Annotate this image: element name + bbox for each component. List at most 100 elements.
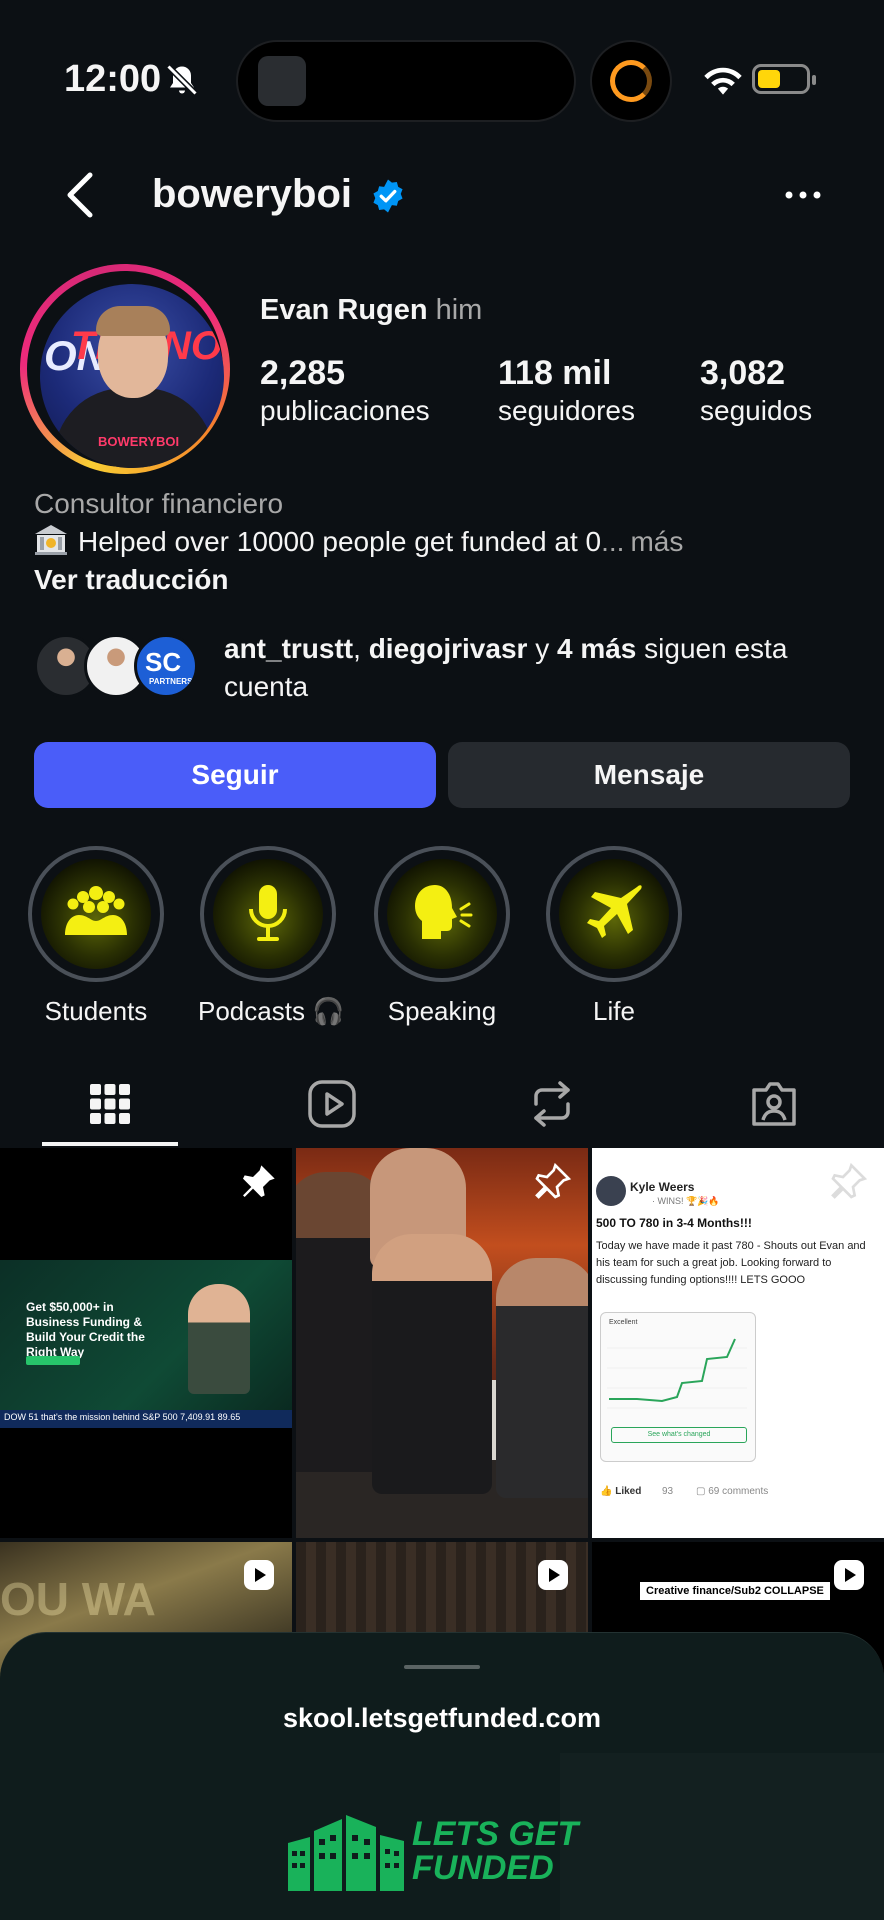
now-playing-thumbnail — [258, 56, 306, 106]
mutual-followers[interactable]: SC PARTNERS ant_trustt, diegojrivasr y 4… — [34, 630, 854, 710]
reposts-icon[interactable] — [522, 1074, 582, 1134]
profile-username: boweryboi — [152, 172, 353, 216]
mutual-followers-text: ant_trustt, diegojrivasr y 4 más siguen … — [224, 630, 864, 706]
credit-score-card: Excellent See what's changed — [600, 1312, 756, 1462]
bio-ellipsis: ... — [601, 526, 625, 557]
logo-line-2: FUNDED — [412, 1849, 554, 1887]
stat-value: 118 mil — [498, 354, 612, 392]
highlight-label: Life — [593, 996, 635, 1026]
profile-full-name: Evan Rugen him — [260, 294, 482, 327]
full-name-text: Evan Rugen — [260, 294, 428, 326]
mutual-avatar-badge-sub: PARTNERS — [149, 677, 193, 686]
comments-label: 69 comments — [708, 1486, 769, 1497]
post-overlay-text: OU WA — [0, 1573, 156, 1625]
sheet-drag-handle[interactable] — [404, 1665, 480, 1669]
tagged-icon[interactable] — [744, 1074, 804, 1134]
mutual-more-count: 4 más — [556, 633, 637, 664]
bell-off-icon — [166, 64, 198, 96]
mutual-avatar: SC PARTNERS — [134, 634, 198, 698]
story-ring[interactable]: ON THE NO BOWERYBOI — [20, 264, 230, 474]
status-time: 12:00 — [64, 58, 162, 100]
pin-icon — [243, 1165, 275, 1197]
wifi-icon — [704, 67, 742, 95]
mutual-separator: , — [353, 633, 361, 664]
bio-text: Helped over 10000 people get funded at 0 — [78, 526, 602, 557]
reel-indicator-icon — [244, 1560, 274, 1590]
see-whats-changed-button: See what's changed — [611, 1427, 747, 1443]
highlight-students[interactable]: Students — [26, 846, 166, 1027]
logo-line-1: LETS GET — [412, 1815, 579, 1853]
profile-tabs — [0, 1060, 884, 1146]
mutual-connector: y — [535, 633, 550, 664]
post-tile[interactable]: Get $50,000+ in Business Funding & Build… — [0, 1148, 292, 1538]
speaking-head-icon — [415, 885, 473, 939]
buildings-logo-icon — [288, 1815, 404, 1891]
mutual-avatar-badge-text: SC — [145, 647, 182, 677]
avatar-hoodie-brand: BOWERYBOI — [98, 434, 180, 449]
battery-icon — [752, 64, 816, 94]
bio-more-link[interactable]: más — [630, 526, 683, 557]
highlight-label: Podcasts 🎧 — [198, 996, 345, 1026]
card-label: Excellent — [609, 1319, 638, 1326]
post-website-screenshot: Get $50,000+ in Business Funding & Build… — [0, 1260, 292, 1420]
highlight-label: Students — [44, 996, 148, 1026]
post-title: 500 TO 780 in 3-4 Months!!! — [596, 1216, 752, 1230]
stat-label: seguidos — [700, 395, 813, 426]
see-translation-link[interactable]: Ver traducción — [34, 564, 229, 596]
more-options-icon[interactable] — [782, 180, 824, 210]
pin-icon — [831, 1162, 868, 1199]
mutual-user-1: ant_trustt — [224, 633, 354, 664]
grid-icon[interactable] — [80, 1074, 140, 1134]
active-tab-indicator — [42, 1142, 178, 1146]
mutual-user-2: diegojrivasr — [368, 633, 528, 664]
liked-label: Liked — [615, 1486, 642, 1497]
profile-bio: Helped over 10000 people get funded at 0… — [34, 524, 683, 558]
follow-button[interactable]: Seguir — [34, 742, 436, 808]
news-ticker: DOW 51 that's the mission behind S&P 500… — [0, 1410, 292, 1428]
highlight-label: Speaking — [387, 996, 497, 1026]
message-button[interactable]: Mensaje — [448, 742, 850, 808]
stat-value: 3,082 — [700, 354, 786, 392]
stat-posts[interactable]: 2,285 publicaciones — [260, 354, 430, 427]
verified-badge-icon — [373, 179, 403, 213]
highlight-speaking[interactable]: Speaking — [372, 846, 512, 1027]
stat-label: seguidores — [498, 395, 635, 426]
pronoun-text: him — [435, 294, 483, 326]
posts-grid: Get $50,000+ in Business Funding & Build… — [0, 1148, 884, 1688]
back-arrow-icon[interactable] — [60, 170, 100, 220]
post-body: Today we have made it past 780 - Shouts … — [596, 1240, 866, 1286]
stat-followers[interactable]: 118 mil seguidores — [498, 354, 635, 427]
status-bar: 12:00 — [0, 0, 884, 160]
profile-header: boweryboi — [0, 160, 884, 230]
post-author: Kyle Weers — [630, 1180, 695, 1194]
pin-icon — [535, 1162, 572, 1199]
airplane-icon — [587, 885, 642, 938]
credit-chart — [607, 1338, 747, 1409]
post-author-avatar — [596, 1176, 626, 1206]
card-button-label: See what's changed — [647, 1431, 711, 1438]
highlight-podcasts[interactable]: Podcasts 🎧 — [198, 846, 345, 1027]
post-tile[interactable] — [296, 1148, 588, 1538]
likes-count: 93 — [662, 1486, 674, 1497]
post-caption: Creative finance/Sub2 COLLAPSE — [640, 1582, 830, 1600]
link-url[interactable]: skool.letsgetfunded.com — [0, 1703, 884, 1734]
post-tag: · WINS! 🏆🎉🔥 — [652, 1196, 720, 1206]
reel-indicator-icon — [538, 1560, 568, 1590]
profile-category: Consultor financiero — [34, 488, 284, 519]
post-headline: Get $50,000+ in Business Funding & Build… — [26, 1300, 145, 1359]
link-preview-sheet[interactable]: skool.letsgetfunded.com LETS GET FUNDED — [0, 1632, 884, 1920]
bank-icon — [35, 525, 67, 555]
profile-avatar: ON THE NO BOWERYBOI — [40, 284, 224, 468]
highlight-life[interactable]: Life — [544, 846, 684, 1027]
microphone-icon — [249, 885, 287, 941]
comments-count: ▢ 69 comments — [696, 1486, 769, 1497]
stat-following[interactable]: 3,082 seguidos — [700, 354, 812, 427]
stat-value: 2,285 — [260, 354, 346, 392]
reel-indicator-icon — [834, 1560, 864, 1590]
logo-wordmark: LETS GET FUNDED — [412, 1817, 578, 1885]
post-tile[interactable]: Kyle Weers · WINS! 🏆🎉🔥 500 TO 780 in 3-4… — [592, 1148, 884, 1538]
liked-indicator: 👍 Liked — [600, 1486, 642, 1497]
activity-ring-icon[interactable] — [590, 40, 672, 122]
reels-icon[interactable] — [302, 1074, 362, 1134]
dynamic-island[interactable] — [236, 40, 576, 122]
